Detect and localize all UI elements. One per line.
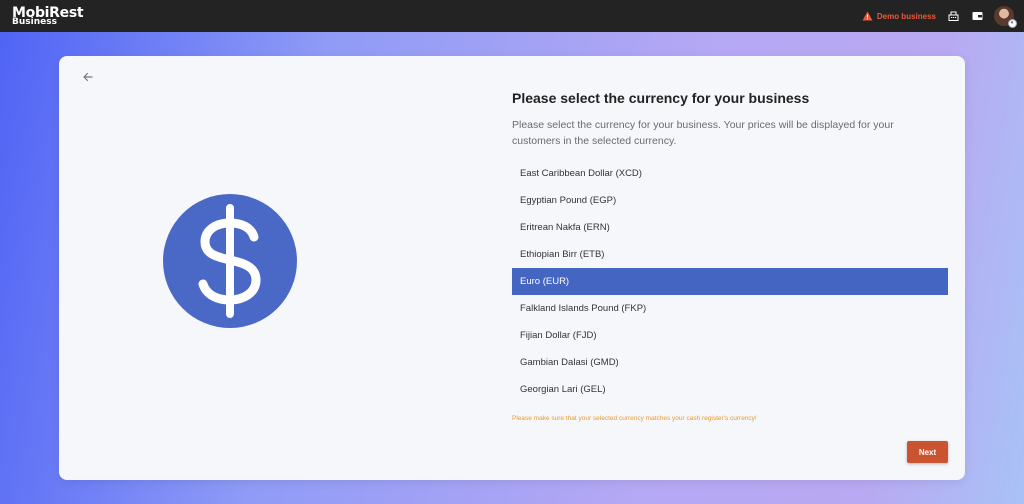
currency-option[interactable]: Georgian Lari (GEL) xyxy=(512,376,948,403)
currency-option[interactable]: Fijian Dollar (FJD) xyxy=(512,322,948,349)
page-title: Please select the currency for your busi… xyxy=(512,90,810,106)
app-logo[interactable]: MobiRest Business xyxy=(12,6,84,27)
currency-option[interactable]: Euro (EUR) xyxy=(512,268,948,295)
warning-icon xyxy=(862,11,873,21)
currency-option[interactable]: Falkland Islands Pound (FKP) xyxy=(512,295,948,322)
dollar-icon xyxy=(163,194,297,328)
currency-option[interactable]: Ethiopian Birr (ETB) xyxy=(512,241,948,268)
avatar[interactable]: ◐ xyxy=(994,6,1017,28)
wallet-icon[interactable] xyxy=(970,9,984,23)
cash-register-icon[interactable] xyxy=(946,9,960,23)
currency-option[interactable]: East Caribbean Dollar (XCD) xyxy=(512,160,948,187)
currency-warning-text: Please make sure that your selected curr… xyxy=(512,415,757,422)
currency-list[interactable]: East Caribbean Dollar (XCD) Egyptian Poun… xyxy=(512,160,948,403)
currency-selection-card: Please select the currency for your busi… xyxy=(59,56,965,480)
back-arrow-icon[interactable] xyxy=(81,70,95,84)
demo-business-indicator[interactable]: Demo business xyxy=(862,11,936,21)
currency-option[interactable]: Gambian Dalasi (GMD) xyxy=(512,349,948,376)
currency-option[interactable]: Egyptian Pound (EGP) xyxy=(512,187,948,214)
top-bar: MobiRest Business Demo business ◐ xyxy=(0,0,1024,32)
page-description: Please select the currency for your busi… xyxy=(512,119,894,147)
demo-business-label: Demo business xyxy=(876,11,936,21)
next-button[interactable]: Next xyxy=(907,441,948,463)
currency-option[interactable]: Eritrean Nakfa (ERN) xyxy=(512,214,948,241)
avatar-badge: ◐ xyxy=(1008,19,1017,28)
header-actions: Demo business ◐ xyxy=(862,6,1017,28)
